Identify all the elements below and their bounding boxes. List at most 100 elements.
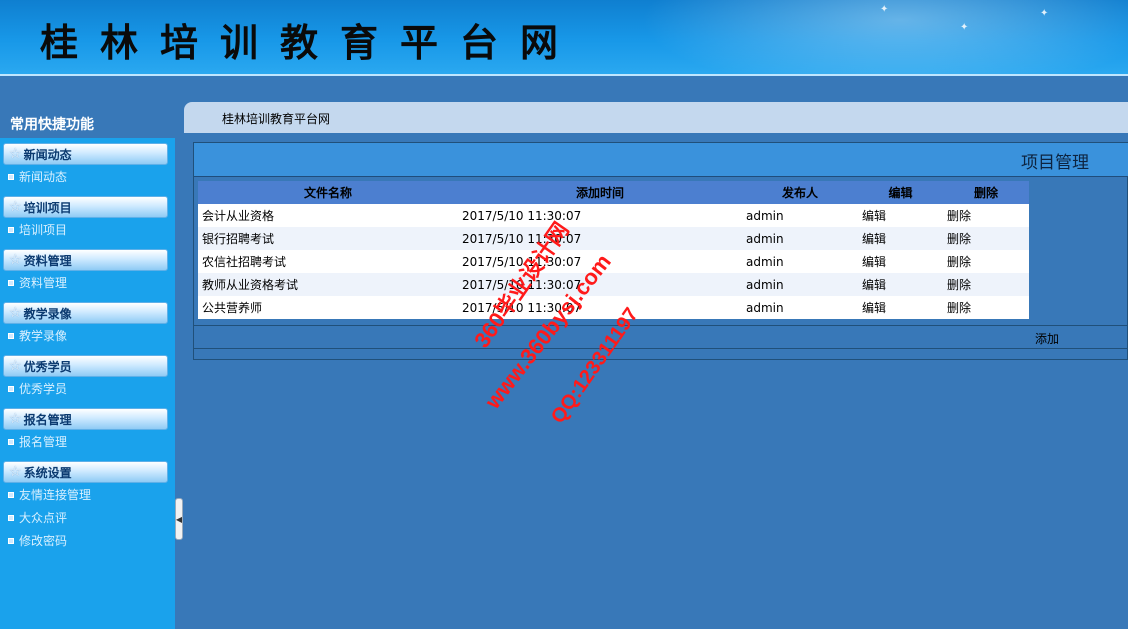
cell-author: admin xyxy=(742,227,858,250)
cell-name: 公共营养师 xyxy=(198,296,458,319)
star-icon: ☆ xyxy=(9,146,22,162)
delete-link[interactable]: 删除 xyxy=(943,296,1029,319)
sidebar-group-header[interactable]: ☆ 资料管理 xyxy=(3,249,168,271)
delete-link[interactable]: 删除 xyxy=(943,204,1029,227)
cell-time: 2017/5/10 11:30:07 xyxy=(458,250,742,273)
header-banner: ✦ ✦ ✦ 桂林培训教育平台网 xyxy=(0,0,1128,76)
column-header: 添加时间 xyxy=(458,181,742,204)
cell-time: 2017/5/10 11:30:07 xyxy=(458,204,742,227)
sidebar-item-students[interactable]: 优秀学员 xyxy=(3,377,168,400)
cell-time: 2017/5/10 11:30:07 xyxy=(458,296,742,319)
sidebar-item-password[interactable]: 修改密码 xyxy=(3,529,168,552)
group-title: 新闻动态 xyxy=(23,147,72,162)
star-icon: ☆ xyxy=(9,358,22,374)
cell-author: admin xyxy=(742,273,858,296)
cell-author: admin xyxy=(742,204,858,227)
group-title: 培训项目 xyxy=(23,200,72,215)
panel-title-bar: 项目管理 xyxy=(194,143,1128,177)
project-table: 文件名称 添加时间 发布人 编辑 删除 会计从业资格 2017/5/10 11:… xyxy=(198,181,1029,319)
panel-footer: 添加 xyxy=(194,325,1128,349)
group-title: 优秀学员 xyxy=(23,359,72,374)
group-title: 资料管理 xyxy=(23,253,72,268)
sidebar-item-registration[interactable]: 报名管理 xyxy=(3,430,168,453)
table-row: 银行招聘考试 2017/5/10 11:30:07 admin 编辑 删除 xyxy=(198,227,1029,250)
edit-link[interactable]: 编辑 xyxy=(858,250,943,273)
sidebar-toggle-button[interactable]: ◀ xyxy=(175,498,183,540)
group-title: 系统设置 xyxy=(23,465,72,480)
cell-author: admin xyxy=(742,296,858,319)
table-header-row: 文件名称 添加时间 发布人 编辑 删除 xyxy=(198,181,1029,204)
breadcrumb: 桂林培训教育平台网 xyxy=(184,102,1128,133)
sidebar-item-label: 优秀学员 xyxy=(19,382,68,396)
panel-title: 项目管理 xyxy=(1021,153,1089,173)
project-panel: 项目管理 文件名称 添加时间 发布人 编辑 删除 会计从业资格 2017/5/1… xyxy=(193,142,1128,360)
bullet-icon xyxy=(8,514,14,521)
edit-link[interactable]: 编辑 xyxy=(858,296,943,319)
edit-link[interactable]: 编辑 xyxy=(858,227,943,250)
table-row: 公共营养师 2017/5/10 11:30:07 admin 编辑 删除 xyxy=(198,296,1029,319)
star-icon: ☆ xyxy=(9,464,22,480)
sidebar-group-registration: ☆ 报名管理 报名管理 xyxy=(3,408,168,453)
site-title: 桂林培训教育平台网 xyxy=(40,20,581,65)
column-header: 文件名称 xyxy=(198,181,458,204)
cell-name: 会计从业资格 xyxy=(198,204,458,227)
add-link[interactable]: 添加 xyxy=(1035,330,1059,347)
sidebar-group-header[interactable]: ☆ 优秀学员 xyxy=(3,355,168,377)
sidebar-group-header[interactable]: ☆ 教学录像 xyxy=(3,302,168,324)
delete-link[interactable]: 删除 xyxy=(943,250,1029,273)
group-title: 教学录像 xyxy=(23,306,72,321)
cell-time: 2017/5/10 11:30:07 xyxy=(458,273,742,296)
sidebar-item-training[interactable]: 培训项目 xyxy=(3,218,168,241)
bullet-icon xyxy=(8,173,14,180)
sidebar-item-label: 资料管理 xyxy=(19,276,68,290)
star-icon: ☆ xyxy=(9,305,22,321)
sidebar-group-materials: ☆ 资料管理 资料管理 xyxy=(3,249,168,294)
sidebar-group-settings: ☆ 系统设置 友情连接管理 大众点评 修改密码 xyxy=(3,461,168,552)
breadcrumb-text: 桂林培训教育平台网 xyxy=(222,112,331,126)
sidebar-group-header[interactable]: ☆ 新闻动态 xyxy=(3,143,168,165)
sparkle-icon: ✦ xyxy=(1040,8,1049,19)
sidebar-group-header[interactable]: ☆ 系统设置 xyxy=(3,461,168,483)
header-glow xyxy=(620,0,1128,74)
cell-author: admin xyxy=(742,250,858,273)
sidebar-group-students: ☆ 优秀学员 优秀学员 xyxy=(3,355,168,400)
cell-name: 银行招聘考试 xyxy=(198,227,458,250)
edit-link[interactable]: 编辑 xyxy=(858,204,943,227)
table-row: 会计从业资格 2017/5/10 11:30:07 admin 编辑 删除 xyxy=(198,204,1029,227)
bullet-icon xyxy=(8,537,14,544)
bullet-icon xyxy=(8,279,14,286)
edit-link[interactable]: 编辑 xyxy=(858,273,943,296)
sidebar-item-label: 报名管理 xyxy=(19,435,68,449)
table-row: 教师从业资格考试 2017/5/10 11:30:07 admin 编辑 删除 xyxy=(198,273,1029,296)
sidebar-item-links[interactable]: 友情连接管理 xyxy=(3,483,168,506)
sidebar-heading: 常用快捷功能 xyxy=(10,117,94,133)
chevron-left-icon: ◀ xyxy=(175,514,183,524)
delete-link[interactable]: 删除 xyxy=(943,273,1029,296)
sidebar-group-header[interactable]: ☆ 报名管理 xyxy=(3,408,168,430)
sidebar-item-label: 培训项目 xyxy=(19,223,68,237)
cell-name: 农信社招聘考试 xyxy=(198,250,458,273)
column-header: 编辑 xyxy=(858,181,943,204)
star-icon: ☆ xyxy=(9,252,22,268)
delete-link[interactable]: 删除 xyxy=(943,227,1029,250)
column-header: 删除 xyxy=(943,181,1029,204)
sidebar-group-news: ☆ 新闻动态 新闻动态 xyxy=(3,143,168,188)
bullet-icon xyxy=(8,438,14,445)
sidebar-item-videos[interactable]: 教学录像 xyxy=(3,324,168,347)
sidebar-item-reviews[interactable]: 大众点评 xyxy=(3,506,168,529)
table-row: 农信社招聘考试 2017/5/10 11:30:07 admin 编辑 删除 xyxy=(198,250,1029,273)
bullet-icon xyxy=(8,332,14,339)
sidebar-group-header[interactable]: ☆ 培训项目 xyxy=(3,196,168,218)
bullet-icon xyxy=(8,491,14,498)
column-header: 发布人 xyxy=(742,181,858,204)
sidebar-item-materials[interactable]: 资料管理 xyxy=(3,271,168,294)
sidebar-item-news[interactable]: 新闻动态 xyxy=(3,165,168,188)
star-icon: ☆ xyxy=(9,199,22,215)
sparkle-icon: ✦ xyxy=(880,4,889,15)
group-title: 报名管理 xyxy=(23,412,72,427)
cell-name: 教师从业资格考试 xyxy=(198,273,458,296)
sidebar-item-label: 大众点评 xyxy=(19,511,68,525)
sidebar-item-label: 修改密码 xyxy=(19,534,68,548)
sidebar-item-label: 新闻动态 xyxy=(19,170,68,184)
sidebar-item-label: 教学录像 xyxy=(19,329,68,343)
